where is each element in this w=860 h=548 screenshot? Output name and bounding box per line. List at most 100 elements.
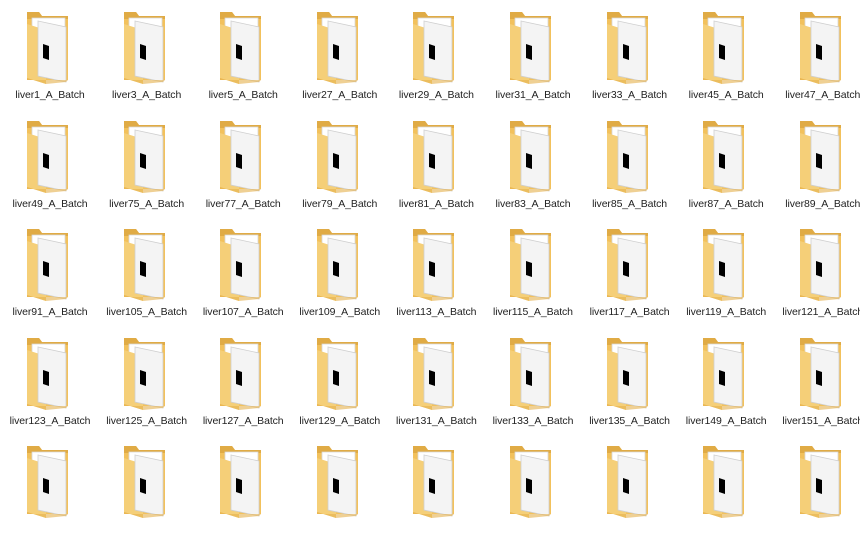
folder-item[interactable]: liver75_A_Batch <box>99 115 195 223</box>
folder-icon <box>507 332 553 412</box>
folder-label: liver107_A_Batch <box>202 306 284 318</box>
folder-grid: liver1_A_Batch liver3_A_Batch liver5_A_B… <box>0 0 860 518</box>
folder-item[interactable]: liver107_A_Batch <box>195 223 291 331</box>
folder-icon <box>700 223 746 303</box>
folder-label: liver49_A_Batch <box>12 197 88 210</box>
folder-item[interactable]: liver49_A_Batch <box>2 115 98 223</box>
folder-item[interactable]: liver29_A_Batch <box>388 6 484 114</box>
folder-label: liver83_A_Batch <box>495 197 571 210</box>
folder-item[interactable]: liver135_A_Batch <box>582 332 678 440</box>
folder-icon <box>507 223 553 303</box>
folder-item[interactable]: liver149_A_Batch <box>678 332 774 440</box>
folder-icon <box>217 332 263 412</box>
folder-item[interactable]: liver33_A_Batch <box>582 6 678 114</box>
folder-item[interactable] <box>99 440 195 548</box>
folder-item[interactable] <box>388 440 484 548</box>
folder-icon <box>314 6 360 86</box>
folder-label: liver127_A_Batch <box>202 414 284 427</box>
folder-icon <box>314 115 360 195</box>
folder-icon <box>217 440 263 520</box>
folder-item[interactable]: liver3_A_Batch <box>99 6 195 114</box>
folder-label: liver121_A_Batch <box>782 306 860 318</box>
folder-label: liver125_A_Batch <box>106 414 187 427</box>
folder-item[interactable]: liver117_A_Batch <box>582 223 678 331</box>
folder-item[interactable]: liver131_A_Batch <box>388 332 484 440</box>
folder-icon <box>797 332 843 412</box>
folder-item[interactable]: liver105_A_Batch <box>99 223 195 331</box>
folder-item[interactable]: liver83_A_Batch <box>485 115 581 223</box>
folder-icon <box>604 115 650 195</box>
folder-label: liver5_A_Batch <box>208 89 278 101</box>
folder-item[interactable]: liver1_A_Batch <box>2 6 98 114</box>
folder-label: liver91_A_Batch <box>12 306 88 318</box>
folder-item[interactable] <box>678 440 774 548</box>
folder-icon <box>797 223 843 303</box>
folder-label: liver149_A_Batch <box>685 414 767 427</box>
folder-icon <box>314 223 360 303</box>
folder-item[interactable]: liver115_A_Batch <box>485 223 581 331</box>
folder-label: liver133_A_Batch <box>492 414 574 427</box>
folder-item[interactable]: liver127_A_Batch <box>195 332 291 440</box>
folder-label: liver47_A_Batch <box>785 89 860 101</box>
folder-item[interactable]: liver47_A_Batch <box>775 6 860 114</box>
folder-icon <box>121 332 167 412</box>
folder-item[interactable]: liver129_A_Batch <box>292 332 388 440</box>
folder-icon <box>604 223 650 303</box>
folder-icon <box>410 6 456 86</box>
folder-label: liver81_A_Batch <box>398 197 474 210</box>
folder-label: liver85_A_Batch <box>592 197 668 210</box>
folder-item[interactable] <box>775 440 860 548</box>
folder-label: liver77_A_Batch <box>205 197 281 210</box>
folder-label: liver115_A_Batch <box>493 306 573 318</box>
folder-item[interactable]: liver27_A_Batch <box>292 6 388 114</box>
folder-item[interactable]: liver151_A_Batch <box>775 332 860 440</box>
folder-icon <box>700 440 746 520</box>
folder-item[interactable]: liver119_A_Batch <box>678 223 774 331</box>
folder-label: liver27_A_Batch <box>302 89 378 101</box>
folder-item[interactable]: liver31_A_Batch <box>485 6 581 114</box>
folder-label: liver3_A_Batch <box>111 89 182 101</box>
folder-icon <box>410 115 456 195</box>
folder-label: liver29_A_Batch <box>398 89 474 101</box>
folder-item[interactable] <box>195 440 291 548</box>
folder-item[interactable]: liver109_A_Batch <box>292 223 388 331</box>
folder-item[interactable]: liver87_A_Batch <box>678 115 774 223</box>
folder-item[interactable]: liver91_A_Batch <box>2 223 98 331</box>
folder-label: liver129_A_Batch <box>299 414 381 427</box>
folder-item[interactable]: liver5_A_Batch <box>195 6 291 114</box>
folder-label: liver1_A_Batch <box>15 89 85 101</box>
folder-item[interactable]: liver133_A_Batch <box>485 332 581 440</box>
folder-icon <box>410 440 456 520</box>
folder-icon <box>24 332 70 412</box>
folder-label: liver123_A_Batch <box>9 414 91 427</box>
folder-item[interactable]: liver89_A_Batch <box>775 115 860 223</box>
folder-item[interactable]: liver125_A_Batch <box>99 332 195 440</box>
folder-item[interactable] <box>2 440 98 548</box>
folder-icon <box>507 6 553 86</box>
folder-item[interactable] <box>485 440 581 548</box>
folder-item[interactable]: liver121_A_Batch <box>775 223 860 331</box>
folder-item[interactable]: liver45_A_Batch <box>678 6 774 114</box>
folder-icon <box>121 440 167 520</box>
folder-icon <box>217 6 263 86</box>
folder-item[interactable]: liver77_A_Batch <box>195 115 291 223</box>
folder-icon <box>24 6 70 86</box>
folder-item[interactable]: liver113_A_Batch <box>388 223 484 331</box>
folder-label: liver131_A_Batch <box>396 414 477 427</box>
folder-label: liver105_A_Batch <box>106 306 187 318</box>
folder-label: liver135_A_Batch <box>589 414 670 427</box>
folder-icon <box>604 6 650 86</box>
folder-label: liver89_A_Batch <box>785 197 860 210</box>
folder-icon <box>604 332 650 412</box>
folder-item[interactable] <box>582 440 678 548</box>
folder-item[interactable]: liver81_A_Batch <box>388 115 484 223</box>
folder-label: liver113_A_Batch <box>396 306 477 318</box>
folder-label: liver117_A_Batch <box>589 306 670 318</box>
folder-item[interactable] <box>292 440 388 548</box>
folder-label: liver33_A_Batch <box>592 89 668 101</box>
folder-icon <box>797 115 843 195</box>
folder-icon <box>217 115 263 195</box>
folder-item[interactable]: liver85_A_Batch <box>582 115 678 223</box>
folder-item[interactable]: liver79_A_Batch <box>292 115 388 223</box>
folder-item[interactable]: liver123_A_Batch <box>2 332 98 440</box>
